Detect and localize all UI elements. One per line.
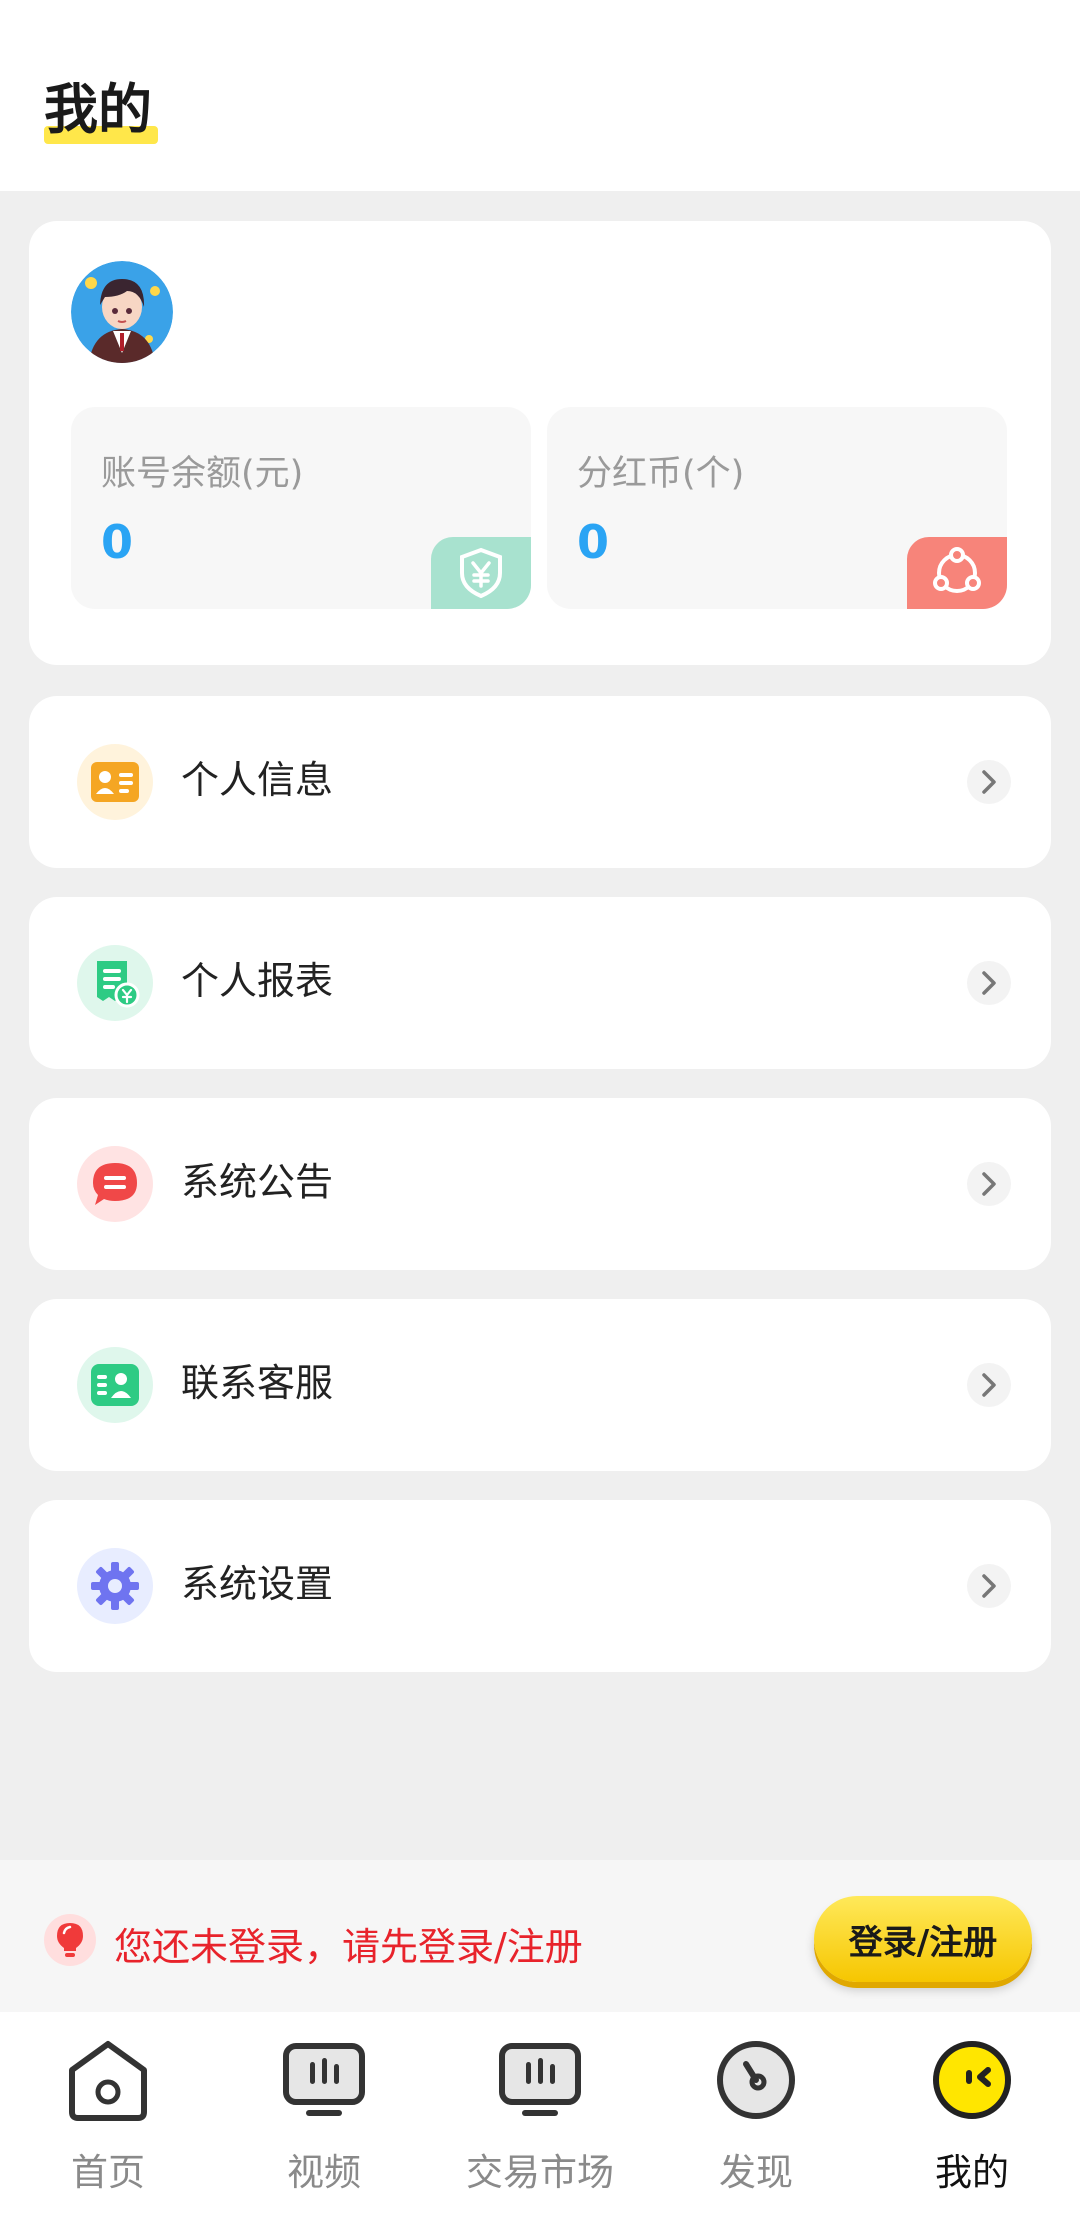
announcement-icon [77,1146,153,1222]
chevron-right-icon [967,961,1011,1005]
menu-item-settings[interactable]: 系统设置 [29,1500,1051,1672]
tab-home[interactable]: 首页 [0,2012,216,2236]
video-icon [282,2038,366,2122]
login-prompt-bar: 您还未登录，请先登录/注册 登录/注册 [0,1860,1080,2012]
menu-label: 个人信息 [181,758,334,802]
menu-item-personal-info[interactable]: 个人信息 [29,696,1051,868]
avatar[interactable] [71,261,173,363]
report-icon [77,945,153,1021]
yuan-shield-icon [431,537,531,609]
dividend-label: 分红币(个) [577,454,745,494]
menu-label: 个人报表 [181,959,334,1003]
balance-value: 0 [101,515,134,569]
menu-item-announcement[interactable]: 系统公告 [29,1098,1051,1270]
chevron-right-icon [967,1162,1011,1206]
page-title: 我的 [44,78,152,141]
header: 我的 [0,0,1080,191]
menu-item-customer-service[interactable]: 联系客服 [29,1299,1051,1471]
menu-label: 联系客服 [181,1361,334,1405]
login-register-button[interactable]: 登录/注册 [814,1896,1032,1982]
dividend-value: 0 [577,515,610,569]
dividend-box[interactable]: 分红币(个) 0 [547,407,1007,609]
tab-label: 发现 [719,2151,793,2194]
tab-label: 我的 [935,2151,1009,2194]
chevron-right-icon [967,760,1011,804]
tab-label: 视频 [287,2151,361,2194]
login-hint-text: 您还未登录，请先登录/注册 [114,1925,583,1969]
chevron-right-icon [967,1363,1011,1407]
home-icon [66,2038,150,2122]
tab-discover[interactable]: 发现 [648,2012,864,2236]
menu-label: 系统设置 [181,1562,334,1606]
id-card-icon [77,744,153,820]
chevron-right-icon [967,1564,1011,1608]
tab-video[interactable]: 视频 [216,2012,432,2236]
tab-label: 首页 [71,2151,145,2194]
tab-market[interactable]: 交易市场 [432,2012,648,2236]
share-network-icon [907,537,1007,609]
settings-gear-icon [77,1548,153,1624]
balance-box[interactable]: 账号余额(元) 0 [71,407,531,609]
lightbulb-icon [44,1914,96,1966]
menu-item-personal-report[interactable]: 个人报表 [29,897,1051,1069]
market-icon [498,2038,582,2122]
menu-label: 系统公告 [181,1160,334,1204]
tab-label: 交易市场 [466,2151,614,2194]
profile-card: 账号余额(元) 0 分红币(个) 0 [29,221,1051,665]
bottom-tab-bar: 首页 视频 交易市场 发现 我的 [0,2012,1080,2236]
balance-label: 账号余额(元) [101,454,304,494]
customer-service-icon [77,1347,153,1423]
discover-icon [714,2038,798,2122]
tab-mine[interactable]: 我的 [864,2012,1080,2236]
mine-icon [930,2038,1014,2122]
